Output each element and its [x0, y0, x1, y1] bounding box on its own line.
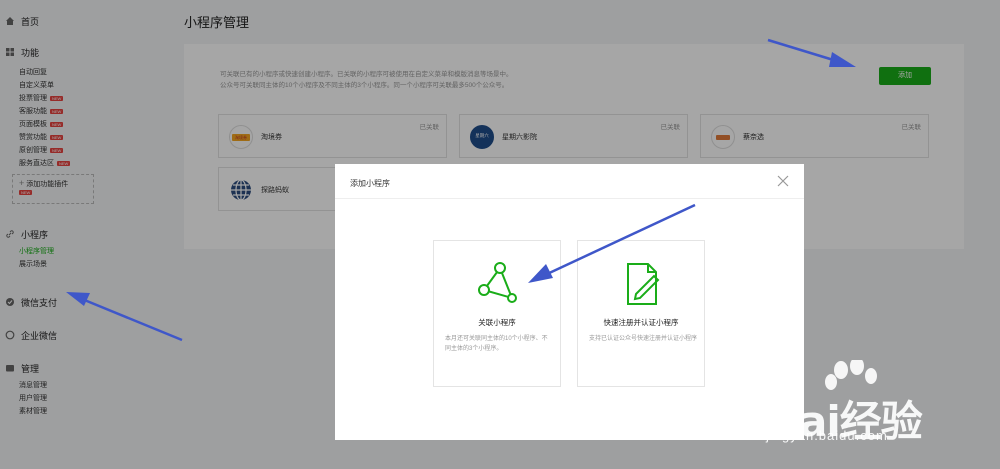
dialog-title: 添加小程序	[350, 179, 390, 188]
option-title: 关联小程序	[478, 318, 516, 327]
option-title: 快速注册并认证小程序	[603, 318, 679, 327]
watermark-url: jingyan.baidu.com	[766, 428, 888, 443]
option-description: 支持已认证公众号快速注册并认证小程序	[589, 336, 698, 342]
document-edit-icon	[627, 263, 660, 305]
dialog-divider	[335, 198, 804, 199]
close-icon[interactable]	[776, 174, 790, 188]
add-miniprogram-dialog: 添加小程序 关联小程序 本月还可关联同主体的10个小程序、不同主体的3个小程序。…	[335, 164, 804, 440]
share-nodes-icon	[478, 262, 517, 303]
quick-register-option[interactable]: 快速注册并认证小程序 支持已认证公众号快速注册并认证小程序	[577, 240, 705, 387]
link-miniprogram-option[interactable]: 关联小程序 本月还可关联同主体的10个小程序、不同主体的3个小程序。	[433, 240, 561, 387]
option-description: 本月还可关联同主体的10个小程序、不同主体的3个小程序。	[445, 336, 548, 352]
